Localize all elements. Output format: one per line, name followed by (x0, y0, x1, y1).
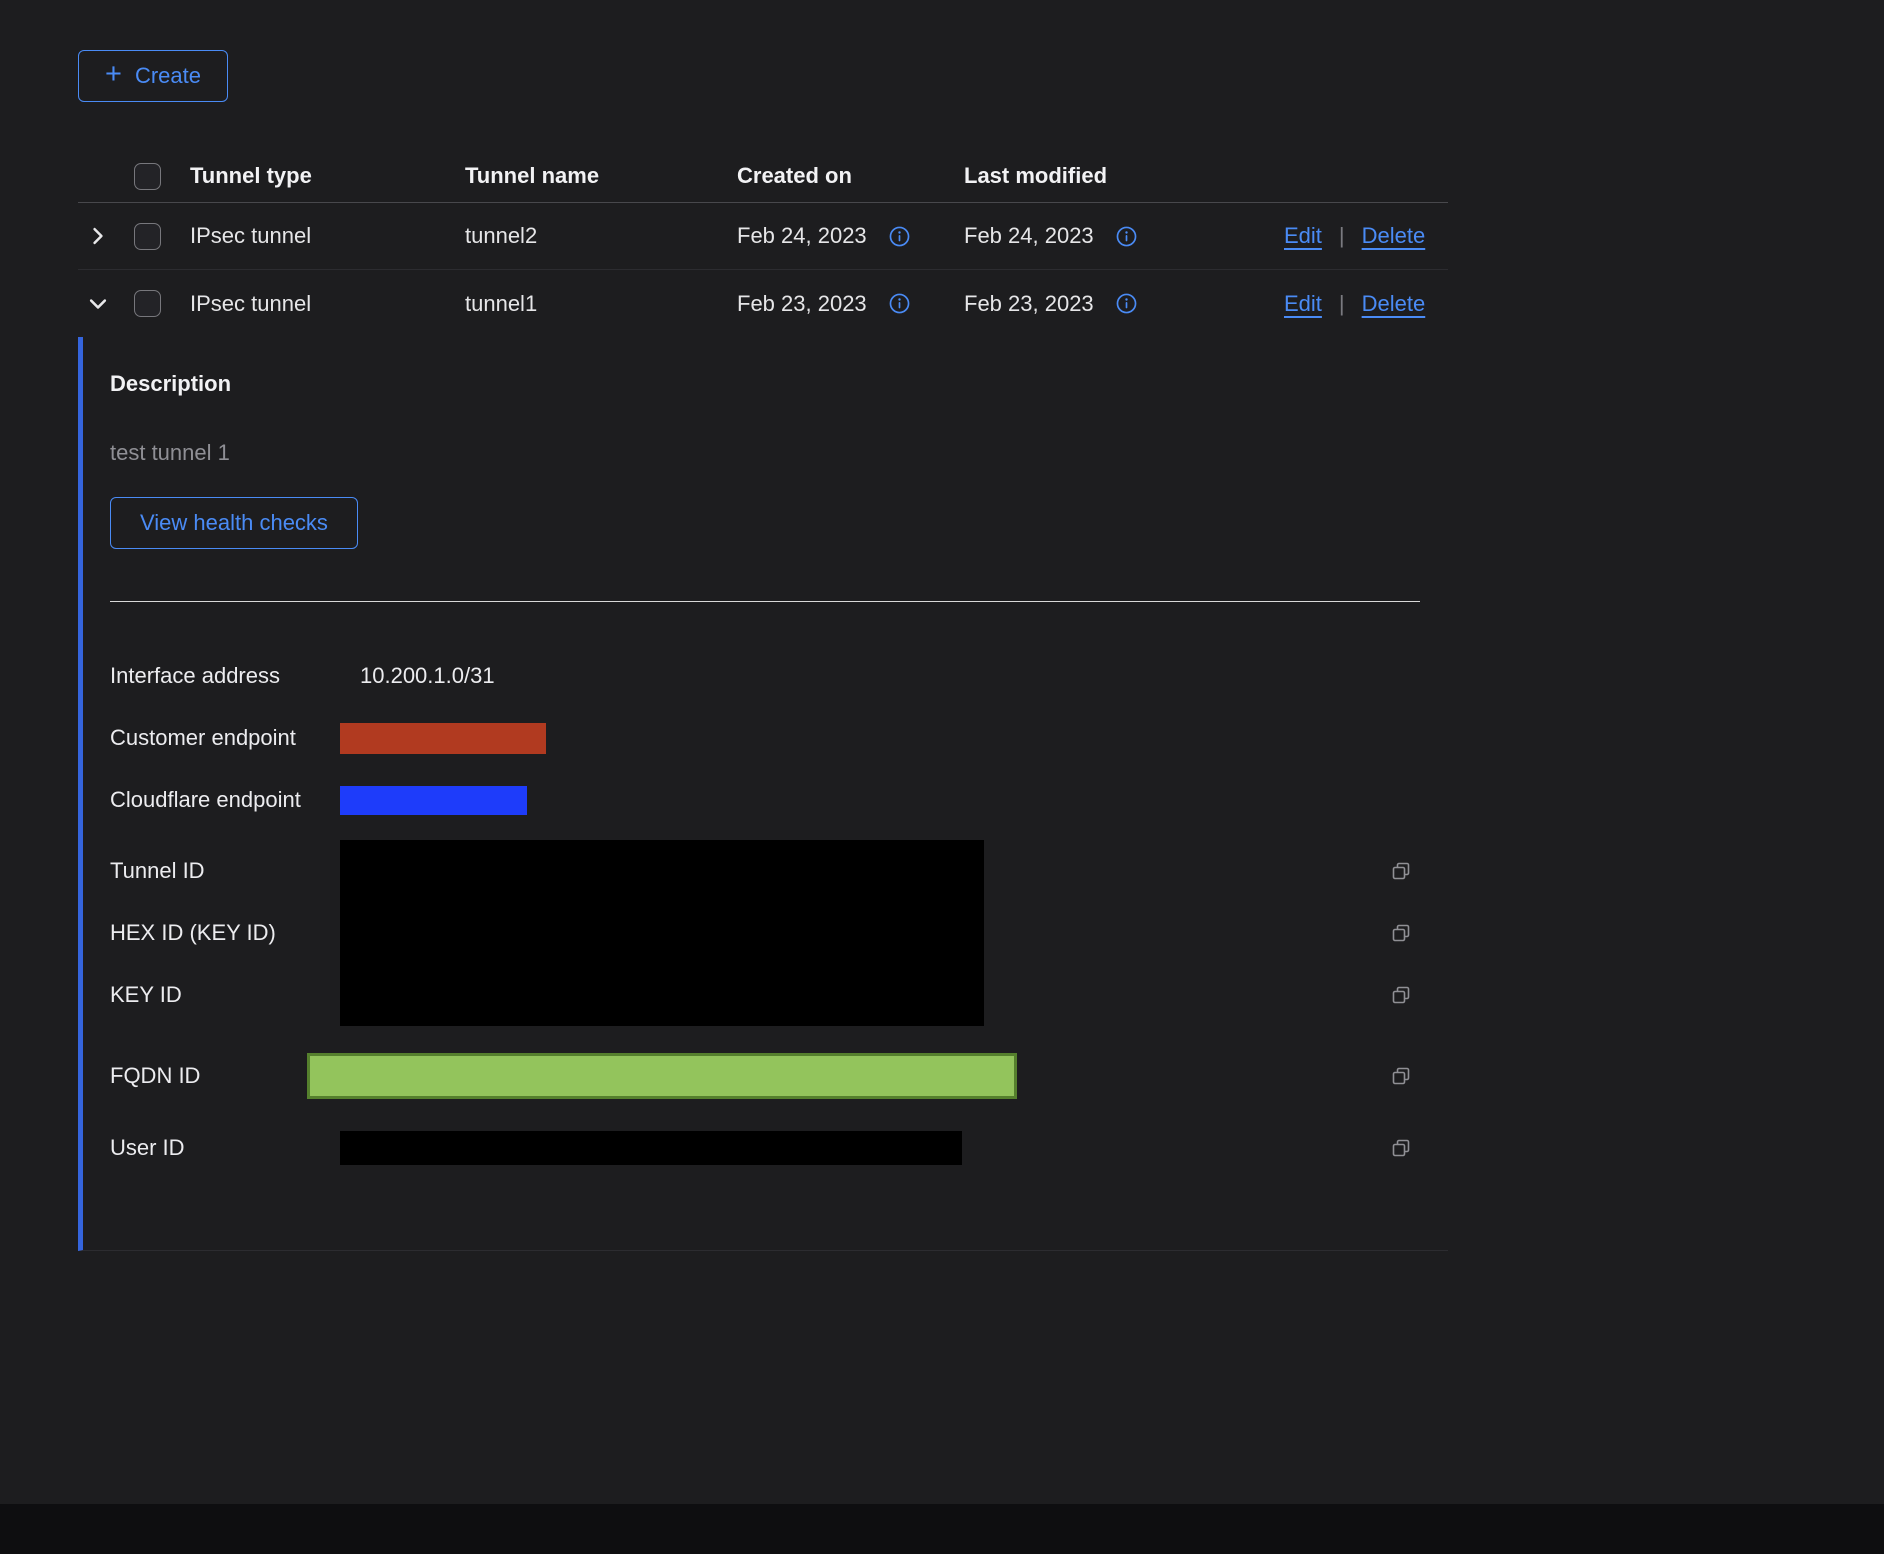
field-user-id: User ID (110, 1126, 1420, 1170)
redacted-fqdn-id-value (307, 1053, 1017, 1099)
field-label: Tunnel ID (110, 858, 340, 884)
tunnel-name-cell: tunnel2 (465, 223, 737, 249)
field-customer-endpoint: Customer endpoint (110, 716, 1420, 760)
action-separator: | (1339, 223, 1345, 249)
interface-address-value: 10.200.1.0/31 (340, 663, 495, 689)
field-label: Interface address (110, 663, 340, 689)
table-row-tunnel2: IPsec tunnel tunnel2 Feb 24, 2023 Feb 24… (78, 203, 1448, 270)
copy-icon[interactable] (1390, 1065, 1412, 1087)
field-label: User ID (110, 1135, 340, 1161)
redacted-user-id-value (340, 1131, 962, 1165)
header-last-modified: Last modified (964, 163, 1284, 189)
tunnel-detail-panel: Description test tunnel 1 View health ch… (78, 337, 1448, 1251)
last-modified-cell: Feb 23, 2023 (964, 291, 1094, 317)
select-all-checkbox[interactable] (134, 163, 161, 190)
divider (110, 601, 1420, 602)
copy-icon[interactable] (1390, 860, 1412, 882)
delete-link[interactable]: Delete (1362, 223, 1426, 249)
chevron-down-icon (87, 293, 109, 315)
field-group-ids: Tunnel ID HEX ID (KEY ID) (110, 840, 1420, 1026)
field-cloudflare-endpoint: Cloudflare endpoint (110, 778, 1420, 822)
tunnel-type-cell: IPsec tunnel (190, 223, 465, 249)
description-value: test tunnel 1 (110, 440, 1420, 465)
redacted-cloudflare-endpoint-value (340, 786, 527, 815)
field-label: HEX ID (KEY ID) (110, 920, 340, 946)
field-hex-id: HEX ID (KEY ID) (110, 902, 1420, 964)
create-button[interactable]: + Create (78, 50, 228, 102)
table-row-tunnel1: IPsec tunnel tunnel1 Feb 23, 2023 Feb 23… (78, 270, 1448, 337)
field-fqdn-id: FQDN ID (110, 1040, 1420, 1112)
tunnel-fields: Interface address 10.200.1.0/31 Customer… (110, 654, 1420, 1170)
row-checkbox[interactable] (134, 290, 161, 317)
collapse-row-button[interactable] (78, 293, 130, 315)
plus-icon: + (105, 60, 122, 89)
tunnels-page: + Create Tunnel type Tunnel name Created… (0, 0, 1884, 1251)
field-tunnel-id: Tunnel ID (110, 840, 1420, 902)
field-interface-address: Interface address 10.200.1.0/31 (110, 654, 1420, 698)
action-separator: | (1339, 291, 1345, 317)
field-label: KEY ID (110, 982, 340, 1008)
table-header-row: Tunnel type Tunnel name Created on Last … (78, 150, 1448, 203)
field-key-id: KEY ID (110, 964, 1420, 1026)
expand-row-button[interactable] (78, 225, 130, 247)
edit-link[interactable]: Edit (1284, 223, 1322, 249)
tunnel-type-cell: IPsec tunnel (190, 291, 465, 317)
bottom-bar (0, 1504, 1884, 1554)
edit-link[interactable]: Edit (1284, 291, 1322, 317)
tunnels-table: Tunnel type Tunnel name Created on Last … (78, 150, 1448, 1251)
delete-link[interactable]: Delete (1362, 291, 1426, 317)
copy-icon[interactable] (1390, 1137, 1412, 1159)
chevron-right-icon (87, 225, 109, 247)
field-label: Cloudflare endpoint (110, 787, 340, 813)
created-on-cell: Feb 24, 2023 (737, 223, 867, 249)
copy-icon[interactable] (1390, 984, 1412, 1006)
header-created-on: Created on (737, 163, 964, 189)
header-tunnel-type: Tunnel type (190, 163, 465, 189)
create-button-label: Create (135, 63, 201, 89)
view-health-checks-button[interactable]: View health checks (110, 497, 358, 549)
copy-icon[interactable] (1390, 922, 1412, 944)
created-on-cell: Feb 23, 2023 (737, 291, 867, 317)
description-heading: Description (110, 371, 1420, 396)
header-tunnel-name: Tunnel name (465, 163, 737, 189)
info-icon[interactable] (889, 293, 910, 314)
tunnel-name-cell: tunnel1 (465, 291, 737, 317)
last-modified-cell: Feb 24, 2023 (964, 223, 1094, 249)
redacted-customer-endpoint-value (340, 723, 546, 754)
row-checkbox[interactable] (134, 223, 161, 250)
info-icon[interactable] (1116, 293, 1137, 314)
field-label: Customer endpoint (110, 725, 340, 751)
field-label: FQDN ID (110, 1063, 340, 1089)
info-icon[interactable] (889, 226, 910, 247)
info-icon[interactable] (1116, 226, 1137, 247)
